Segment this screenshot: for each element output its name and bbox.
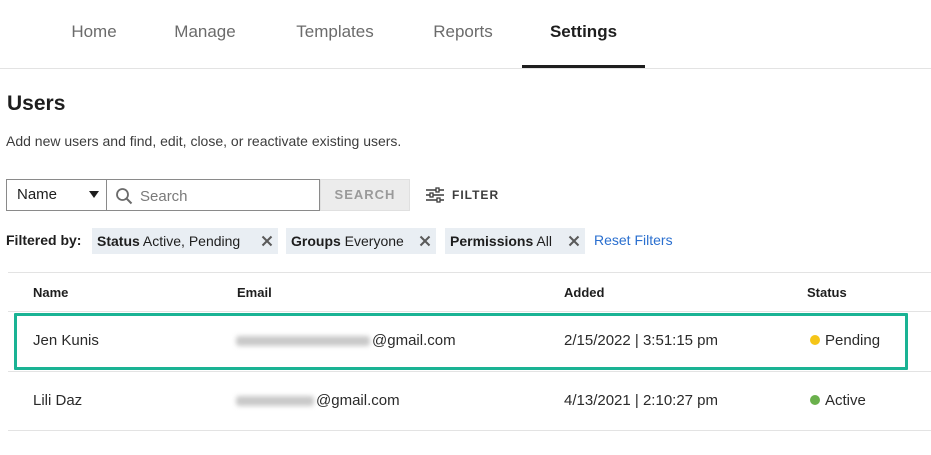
filter-chip-groups: Groups Everyone — [286, 228, 436, 254]
chip-value: Active, Pending — [142, 233, 241, 249]
user-email: @gmail.com — [236, 392, 400, 409]
status-label: Active — [825, 392, 866, 409]
table-divider — [8, 430, 931, 431]
chip-value: All — [536, 233, 552, 249]
filter-chip-permissions: Permissions All — [445, 228, 585, 254]
user-added: 4/13/2021 | 2:10:27 pm — [564, 392, 719, 409]
column-header-status[interactable]: Status — [807, 285, 847, 300]
chip-value: Everyone — [344, 233, 404, 249]
top-nav: Home Manage Templates Reports Settings — [0, 0, 931, 69]
table-divider — [8, 371, 931, 372]
search-box — [107, 179, 320, 211]
active-tab-indicator — [522, 65, 645, 68]
filter-button-label: FILTER — [452, 188, 500, 202]
page-title: Users — [7, 92, 66, 115]
column-header-email[interactable]: Email — [237, 285, 272, 300]
caret-down-icon — [89, 191, 99, 198]
close-icon[interactable] — [418, 234, 432, 248]
close-icon[interactable] — [260, 234, 274, 248]
tab-home[interactable]: Home — [58, 0, 130, 68]
tab-reports[interactable]: Reports — [418, 0, 508, 68]
column-header-name[interactable]: Name — [33, 285, 68, 300]
search-input[interactable] — [140, 184, 312, 208]
user-status: Active — [810, 392, 866, 409]
column-header-added[interactable]: Added — [564, 285, 604, 300]
search-field-select-value: Name — [17, 186, 58, 203]
filtered-by-label: Filtered by: — [6, 232, 82, 248]
filter-button[interactable]: FILTER — [425, 183, 499, 207]
user-name[interactable]: Lili Daz — [33, 392, 82, 409]
search-button[interactable]: SEARCH — [320, 179, 410, 211]
chip-key: Groups — [291, 233, 341, 249]
chip-key: Permissions — [450, 233, 534, 249]
reset-filters-link[interactable]: Reset Filters — [594, 232, 673, 248]
table-divider — [8, 272, 931, 273]
search-icon — [116, 188, 133, 205]
tab-manage[interactable]: Manage — [160, 0, 250, 68]
redacted-email — [236, 396, 314, 407]
sliders-icon — [426, 187, 444, 203]
filter-chip-status: Status Active, Pending — [92, 228, 278, 254]
table-divider — [8, 311, 931, 312]
tab-settings[interactable]: Settings — [522, 0, 645, 68]
close-icon[interactable] — [567, 234, 581, 248]
page-description: Add new users and find, edit, close, or … — [6, 133, 402, 149]
email-domain: @gmail.com — [316, 392, 400, 409]
status-dot-active — [810, 395, 820, 405]
row-highlight — [14, 313, 908, 370]
search-field-select[interactable]: Name — [6, 179, 107, 211]
chip-key: Status — [97, 233, 140, 249]
tab-templates[interactable]: Templates — [283, 0, 387, 68]
